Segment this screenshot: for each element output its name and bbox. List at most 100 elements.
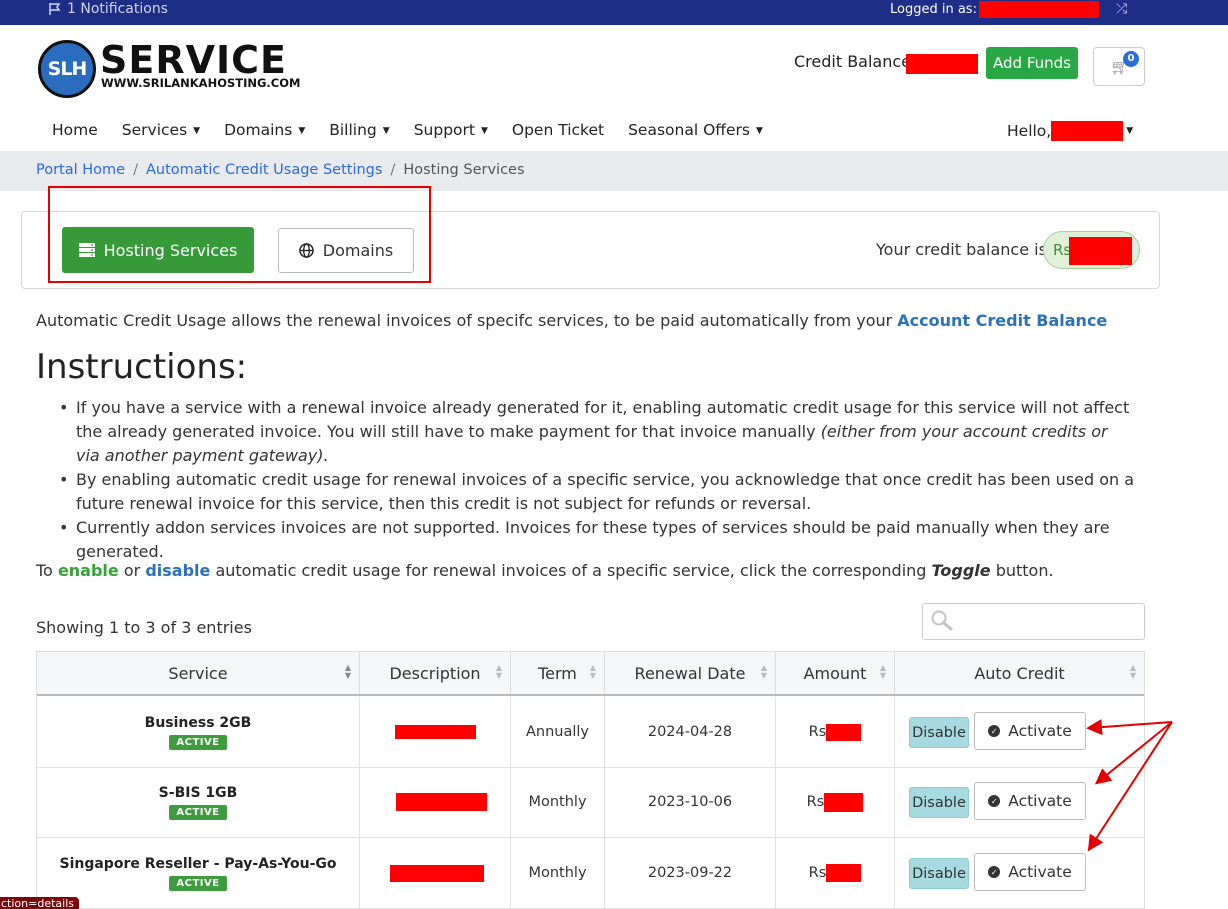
check-circle-icon: ✓ bbox=[988, 725, 1001, 737]
sort-icon: ▲ ▼ bbox=[495, 663, 502, 680]
cart-count-badge: 0 bbox=[1123, 51, 1139, 67]
status-bar-url: ction=details bbox=[0, 897, 79, 909]
main-nav: Home Services ▼ Domains ▼ Billing ▼ Support… bbox=[52, 121, 787, 139]
disable-button[interactable]: Disable bbox=[909, 858, 969, 889]
annotation-arrow bbox=[1094, 721, 1173, 785]
logged-in-label: Logged in as: bbox=[890, 2, 977, 17]
service-name[interactable]: Business 2GB bbox=[145, 715, 252, 731]
add-funds-button[interactable]: Add Funds bbox=[986, 47, 1078, 79]
amount-cell: Rs bbox=[776, 767, 895, 837]
table-header: Service ▲ ▼ Description ▲ ▼ Term ▲ ▼ Renewal D… bbox=[37, 652, 1144, 696]
col-amount[interactable]: Amount ▲ ▼ bbox=[776, 652, 895, 694]
table-row: Business 2GB ACTIVE Annually 2024-04-28 … bbox=[37, 697, 1144, 768]
status-badge: ACTIVE bbox=[169, 804, 227, 820]
services-table: Service ▲ ▼ Description ▲ ▼ Term ▲ ▼ Renewal D… bbox=[36, 651, 1145, 909]
description-cell bbox=[360, 767, 511, 837]
col-renewal-date[interactable]: Renewal Date ▲ ▼ bbox=[605, 652, 776, 694]
caret-down-icon: ▼ bbox=[755, 126, 763, 136]
nav-home[interactable]: Home bbox=[52, 121, 98, 139]
description-cell bbox=[360, 838, 511, 908]
credit-balance-pill: Rs bbox=[1043, 231, 1140, 269]
notifications-link[interactable]: 1 Notifications bbox=[48, 1, 168, 17]
annotation-arrow bbox=[1086, 719, 1173, 736]
disable-button[interactable]: Disable bbox=[909, 787, 969, 818]
amount-cell: Rs bbox=[776, 838, 895, 908]
redacted-description bbox=[395, 793, 487, 811]
renewal-date-cell: 2023-10-06 bbox=[605, 767, 776, 837]
intro-text: Automatic Credit Usage allows the renewa… bbox=[36, 311, 1108, 330]
site-logo[interactable]: SLH SERVICE WWW.SRILANKAHOSTING.COM bbox=[38, 38, 308, 98]
sort-icon: ▲ ▼ bbox=[589, 663, 596, 680]
breadcrumb-portal-home[interactable]: Portal Home bbox=[36, 162, 125, 178]
redacted-credit-balance bbox=[906, 54, 978, 74]
disable-button[interactable]: Disable bbox=[909, 717, 969, 748]
activate-button[interactable]: ✓ Activate bbox=[974, 712, 1086, 750]
logo-mark: SLH bbox=[38, 40, 96, 98]
logo-url: WWW.SRILANKAHOSTING.COM bbox=[101, 76, 301, 90]
table-row: Singapore Reseller - Pay-As-You-Go ACTIV… bbox=[37, 838, 1144, 909]
caret-down-icon: ▼ bbox=[1126, 126, 1134, 136]
instruction-item: Currently addon services invoices are no… bbox=[59, 516, 1136, 564]
breadcrumb-credit-settings[interactable]: Automatic Credit Usage Settings bbox=[146, 162, 382, 178]
instructions-heading: Instructions: bbox=[36, 347, 248, 387]
check-circle-icon: ✓ bbox=[988, 795, 1001, 807]
activate-button[interactable]: ✓ Activate bbox=[974, 782, 1086, 820]
redacted-amount bbox=[824, 792, 864, 812]
col-auto-credit[interactable]: Auto Credit ▲ ▼ bbox=[895, 652, 1144, 694]
service-name[interactable]: S-BIS 1GB bbox=[159, 785, 238, 801]
activate-button[interactable]: ✓ Activate bbox=[974, 853, 1086, 891]
service-cell: Singapore Reseller - Pay-As-You-Go ACTIV… bbox=[37, 838, 360, 908]
notifications-label: 1 Notifications bbox=[67, 1, 168, 17]
status-badge: ACTIVE bbox=[169, 734, 227, 750]
redacted-amount bbox=[826, 723, 862, 741]
highlight-annotation-box bbox=[48, 186, 431, 283]
sort-icon: ▲ ▼ bbox=[1129, 663, 1136, 680]
credit-balance-text: Your credit balance is bbox=[876, 240, 1047, 259]
redacted-description bbox=[394, 725, 476, 739]
amount-cell: Rs bbox=[776, 697, 895, 767]
redacted-amount bbox=[826, 864, 862, 882]
redacted-user-name bbox=[1051, 121, 1124, 141]
annotation-arrows bbox=[1086, 719, 1173, 852]
term-cell: Monthly bbox=[511, 838, 605, 908]
toggle-instructions: To enable or disable automatic credit us… bbox=[36, 561, 1054, 580]
term-cell: Annually bbox=[511, 697, 605, 767]
instruction-item: If you have a service with a renewal inv… bbox=[59, 396, 1136, 468]
service-name[interactable]: Singapore Reseller - Pay-As-You-Go bbox=[59, 856, 336, 872]
col-description[interactable]: Description ▲ ▼ bbox=[360, 652, 511, 694]
search-icon bbox=[931, 610, 953, 631]
renewal-date-cell: 2023-09-22 bbox=[605, 838, 776, 908]
col-service[interactable]: Service ▲ ▼ bbox=[37, 652, 360, 694]
flag-icon bbox=[49, 3, 61, 15]
description-cell bbox=[360, 697, 511, 767]
caret-down-icon: ▼ bbox=[480, 126, 488, 136]
entries-count: Showing 1 to 3 of 3 entries bbox=[36, 618, 252, 637]
nav-billing[interactable]: Billing ▼ bbox=[329, 121, 389, 139]
term-cell: Monthly bbox=[511, 767, 605, 837]
nav-domains[interactable]: Domains ▼ bbox=[224, 121, 305, 139]
caret-down-icon: ▼ bbox=[193, 126, 201, 136]
user-menu[interactable]: Hello, ▼ bbox=[1007, 121, 1133, 141]
nav-services[interactable]: Services ▼ bbox=[122, 121, 200, 139]
service-cell: S-BIS 1GB ACTIVE bbox=[37, 767, 360, 837]
top-bar: 1 Notifications Logged in as: ⤮ bbox=[0, 0, 1228, 25]
nav-seasonal-offers[interactable]: Seasonal Offers ▼ bbox=[628, 121, 763, 139]
cart-button[interactable]: 🛒︎ 0 bbox=[1093, 47, 1145, 86]
account-credit-balance-link[interactable]: Account Credit Balance bbox=[897, 311, 1107, 330]
shuffle-icon[interactable]: ⤮ bbox=[1116, 1, 1127, 17]
caret-down-icon: ▼ bbox=[298, 126, 306, 136]
instructions-list: If you have a service with a renewal inv… bbox=[59, 396, 1136, 564]
credit-balance-label: Credit Balance: bbox=[794, 52, 917, 71]
col-term[interactable]: Term ▲ ▼ bbox=[511, 652, 605, 694]
nav-support[interactable]: Support ▼ bbox=[414, 121, 488, 139]
redacted-username bbox=[979, 1, 1099, 18]
sort-icon: ▲ ▼ bbox=[344, 663, 351, 680]
redacted-credit-value bbox=[1069, 237, 1132, 265]
service-cell: Business 2GB ACTIVE bbox=[37, 697, 360, 767]
check-circle-icon: ✓ bbox=[988, 866, 1001, 878]
caret-down-icon: ▼ bbox=[382, 126, 390, 136]
nav-open-ticket[interactable]: Open Ticket bbox=[512, 121, 604, 139]
annotation-arrow bbox=[1087, 721, 1173, 852]
breadcrumb: Portal Home / Automatic Credit Usage Setti… bbox=[0, 151, 1228, 191]
breadcrumb-current: Hosting Services bbox=[403, 162, 525, 178]
